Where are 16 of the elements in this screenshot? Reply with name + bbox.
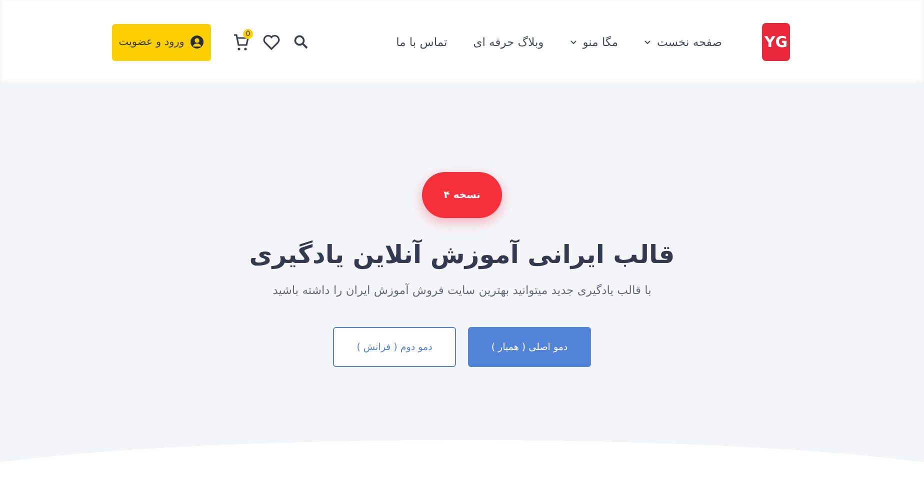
nav-link[interactable]: وبلاگ حرفه ای [473,35,544,49]
user-icon [190,35,204,49]
nav-link[interactable]: مگا منو [570,35,618,49]
demo-button[interactable]: دمو دوم ( فرانش ) [333,327,456,367]
login-button[interactable]: ورود و عضویت [112,24,211,60]
nav-link[interactable]: تماس با ما [396,35,448,49]
heart-icon[interactable] [263,34,280,50]
chevron-down-icon [570,40,577,44]
logo[interactable]: YG [762,23,790,61]
search-icon[interactable] [294,35,308,49]
hero-subtitle: با قالب یادگیری جدید میتوانید بهترین سایت فروش آموزش ایران را داشته باشید [272,283,652,297]
demo-button[interactable]: دمو اصلی ( همیار ) [468,327,591,367]
version-badge: نسخه ۴ [422,172,502,218]
hero-title: قالب ایرانی آموزش آنلاین یادگیری [249,240,675,269]
chevron-down-icon [644,40,651,44]
nav-link[interactable]: صفحه نخست [644,35,722,49]
